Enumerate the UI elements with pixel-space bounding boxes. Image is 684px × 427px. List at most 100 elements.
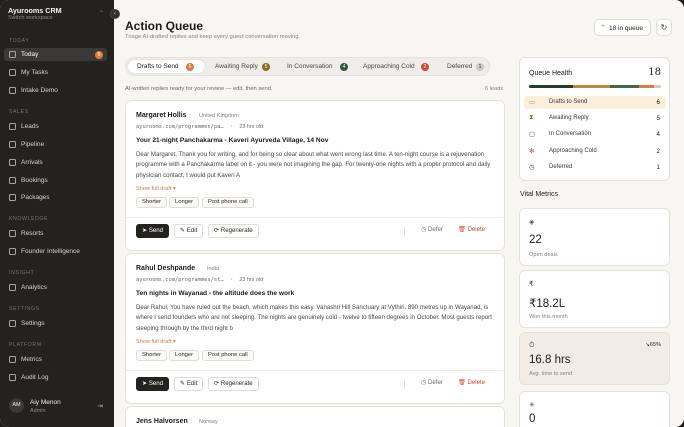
chart-icon <box>9 284 16 291</box>
defer-label: Defer <box>428 226 443 233</box>
tab-approaching-cold[interactable]: Approaching Cold 2 <box>354 60 436 73</box>
tab-awaiting-reply[interactable]: Awaiting Reply 5 <box>206 60 278 73</box>
bar-segment <box>653 85 661 88</box>
queue-health-bar <box>529 85 661 88</box>
metric-card[interactable]: ✳ 0 <box>519 391 670 427</box>
tab-drafts-to-send[interactable]: Drafts to Send 6 <box>128 60 205 73</box>
defer-button[interactable]: ◷ Defer <box>416 224 448 238</box>
delete-label: Delete <box>467 379 486 386</box>
bar-segment <box>609 85 639 88</box>
sidebar-item-label: Packages <box>21 194 50 201</box>
plus-icon: + <box>601 23 606 30</box>
edit-button[interactable]: ✎ Edit <box>174 377 204 391</box>
logout-icon[interactable]: ⇥ <box>97 402 103 410</box>
sidebar-item-label: Audit Log <box>21 374 49 381</box>
chip-post-phone-call[interactable]: Post phone call <box>202 350 254 361</box>
draft-body: Dear Rahul, You have ruled out the beach… <box>136 304 492 332</box>
workspace-switcher[interactable]: Ayurooms CRM Switch workspace ⌃ <box>8 6 106 24</box>
show-full-draft-link[interactable]: Show full draft ▾ <box>136 339 176 345</box>
sidebar-item-leads[interactable]: Leads <box>4 120 107 133</box>
sidebar-item-label: Resorts <box>21 230 44 237</box>
lead-country: Norway <box>199 419 218 425</box>
tab-label: Deferred <box>447 63 473 70</box>
refresh-button[interactable]: ↻ <box>656 19 672 36</box>
sidebar-item-audit-log[interactable]: Audit Log <box>4 371 107 384</box>
queue-count-button[interactable]: + 18 in queue <box>594 19 651 36</box>
delete-button[interactable]: 🗑 Delete <box>453 224 490 238</box>
defer-button[interactable]: ◷ Defer <box>416 377 448 391</box>
metric-label: Open deals <box>529 252 558 258</box>
sidebar-item-label: Pipeline <box>21 141 45 148</box>
send-label: Send <box>148 227 164 234</box>
user-role: Admin <box>30 408 46 414</box>
tab-deferred[interactable]: Deferred 1 <box>436 60 488 73</box>
tab-in-conversation[interactable]: In Conversation 4 <box>278 60 354 73</box>
edit-button[interactable]: ✎ Edit <box>174 224 204 238</box>
metric-won-this-month[interactable]: ₹ ₹18.2L Won this month <box>519 270 670 328</box>
lead-name[interactable]: Jens Halvorsen <box>136 418 188 425</box>
sidebar-item-pipeline[interactable]: Pipeline <box>4 138 107 151</box>
section-label-sales: SALES <box>9 109 29 115</box>
sidebar-item-packages[interactable]: Packages <box>4 191 107 204</box>
health-value: 4 <box>656 131 660 138</box>
user-profile[interactable]: AM Aiy Menon Admin ⇥ <box>9 396 105 418</box>
package-icon <box>9 194 16 201</box>
hourglass-icon: ⧗ <box>529 114 534 121</box>
today-count-badge: 6 <box>95 50 103 59</box>
health-row-awaiting[interactable]: ⧗ Awaiting Reply 5 <box>524 112 666 125</box>
chip-post-phone-call[interactable]: Post phone call <box>202 197 254 208</box>
page-subtitle: Triage AI-drafted replies and keep every… <box>125 34 301 40</box>
sidebar-item-arrivals[interactable]: Arrivals <box>4 156 107 169</box>
metric-open-deals[interactable]: ◈ 22 Open deals <box>519 208 670 266</box>
tab-label: Awaiting Reply <box>215 63 258 70</box>
tab-count-badge: 6 <box>186 63 194 71</box>
sidebar-item-founder-intelligence[interactable]: Founder Intelligence <box>4 245 107 258</box>
chip-longer[interactable]: Longer <box>169 350 200 361</box>
metric-avg-time-to-send[interactable]: ⏱ ↘65% 16.8 hrs Avg. time to send <box>519 332 670 385</box>
health-row-conversation[interactable]: ▢ In Conversation 4 <box>524 128 666 141</box>
draft-card: Margaret Hollis United Kingdom ayurooms.… <box>125 100 505 251</box>
snowflake-icon: ✻ <box>529 148 535 155</box>
send-button[interactable]: ➤ Send <box>136 377 170 391</box>
regenerate-button[interactable]: ⟳ Regenerate <box>208 224 259 238</box>
sidebar-item-intake-demo[interactable]: Intake Demo <box>4 84 107 97</box>
regenerate-icon: ⟳ <box>214 380 221 387</box>
sidebar-item-metrics[interactable]: Metrics <box>4 353 107 366</box>
regenerate-button[interactable]: ⟳ Regenerate <box>208 377 259 391</box>
bar-segment <box>529 85 573 88</box>
page-title: Action Queue <box>125 19 204 33</box>
rupee-icon: ₹ <box>529 281 534 288</box>
send-button[interactable]: ➤ Send <box>136 224 170 238</box>
draft-age: 23 hrs old <box>239 277 264 283</box>
collapse-sidebar-button[interactable]: ‹ <box>110 9 120 19</box>
sidebar-item-resorts[interactable]: Resorts <box>4 227 107 240</box>
chip-longer[interactable]: Longer <box>169 197 200 208</box>
timer-icon: ⏱ <box>529 342 535 349</box>
lead-source: ayurooms.com/programmes/st… <box>136 277 224 283</box>
brand-subtitle: Switch workspace <box>8 15 53 21</box>
section-label-settings: SETTINGS <box>9 306 40 312</box>
sidebar-item-settings[interactable]: Settings <box>4 317 107 330</box>
lead-name[interactable]: Margaret Hollis <box>136 112 187 119</box>
sidebar-item-bookings[interactable]: Bookings <box>4 174 107 187</box>
sidebar-item-today[interactable]: Today 6 <box>4 48 107 61</box>
sidebar-item-label: Settings <box>21 320 45 327</box>
sidebar-item-my-tasks[interactable]: My Tasks <box>4 66 107 79</box>
lead-name[interactable]: Rahul Deshpande <box>136 265 195 272</box>
chip-shorter[interactable]: Shorter <box>136 350 168 361</box>
lead-source: ayurooms.com/programmes/pa… <box>136 124 224 130</box>
draft-age: 23 hrs old <box>239 124 264 130</box>
health-row-cold[interactable]: ✻ Approaching Cold 2 <box>524 145 666 158</box>
divider <box>126 217 504 218</box>
health-row-deferred[interactable]: ◷ Deferred 1 <box>524 161 666 174</box>
send-label: Send <box>148 380 164 387</box>
vital-metrics-title: Vital Metrics <box>520 191 558 198</box>
delete-label: Delete <box>467 226 486 233</box>
show-full-draft-link[interactable]: Show full draft ▾ <box>136 186 176 192</box>
delete-button[interactable]: 🗑 Delete <box>453 377 490 391</box>
health-row-drafts[interactable]: ▭ Drafts to Send 6 <box>524 96 666 109</box>
users-icon <box>9 123 16 130</box>
gear-icon <box>9 320 16 327</box>
chip-shorter[interactable]: Shorter <box>136 197 168 208</box>
sidebar-item-analytics[interactable]: Analytics <box>4 281 107 294</box>
